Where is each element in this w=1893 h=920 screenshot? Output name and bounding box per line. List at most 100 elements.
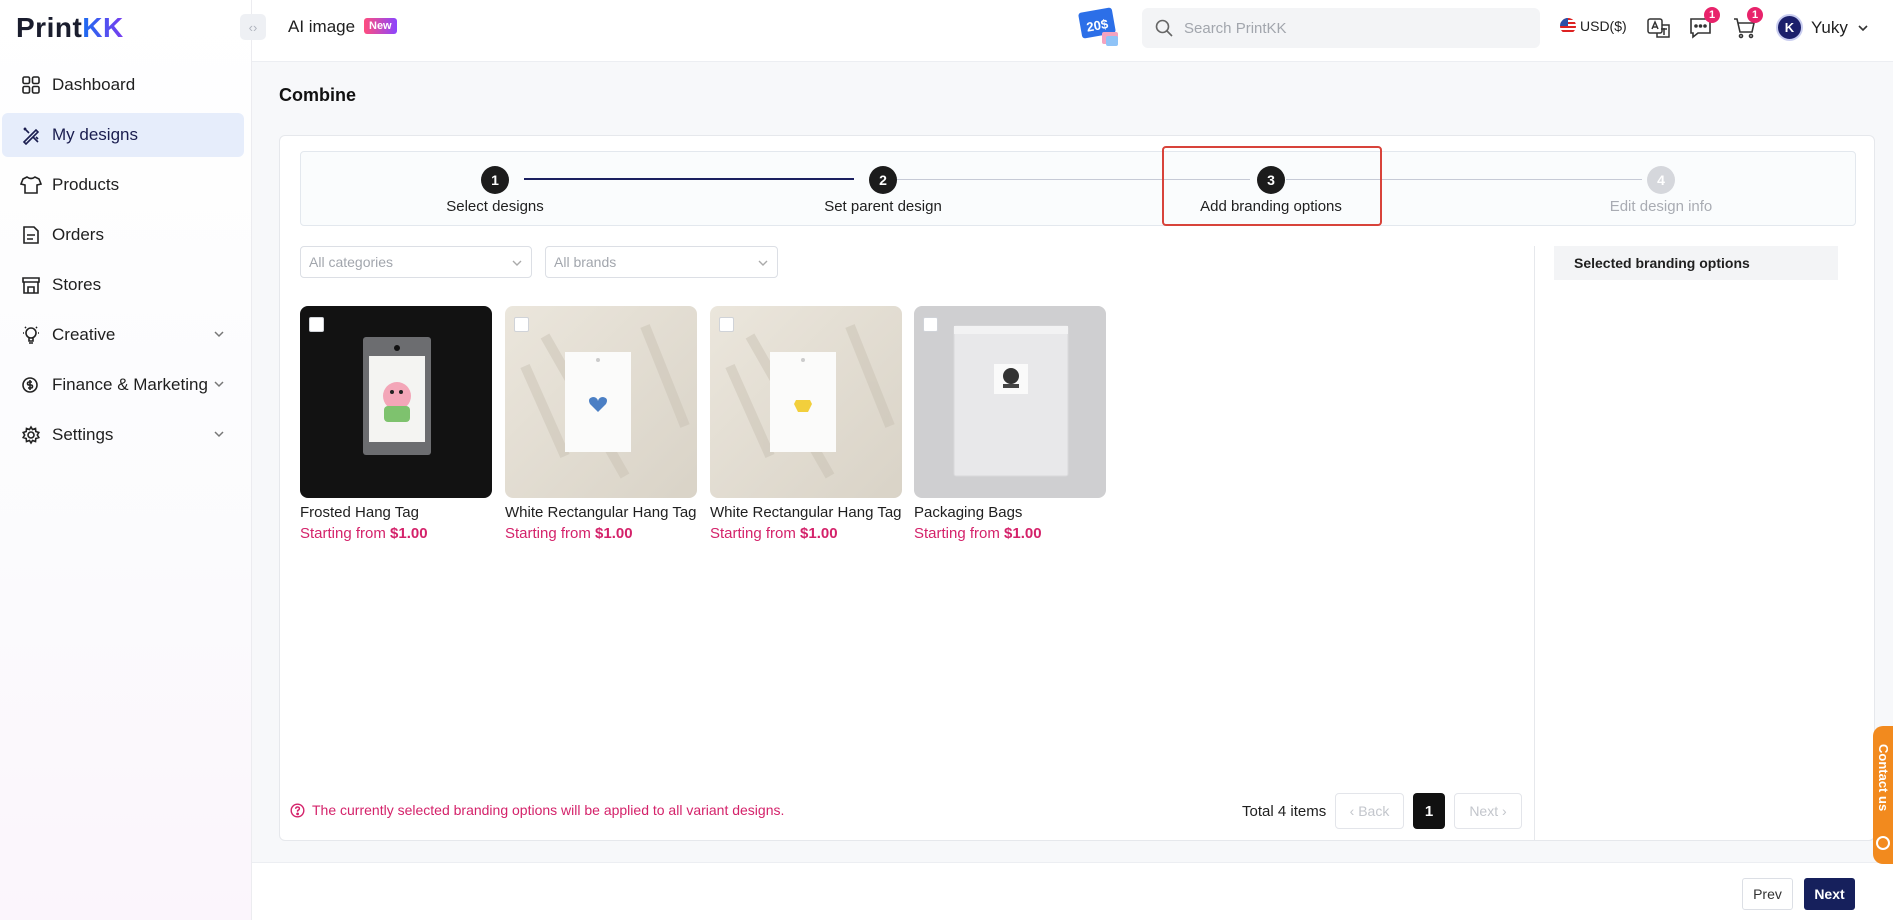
next-button[interactable]: Next bbox=[1804, 878, 1855, 910]
step-1-circle: 1 bbox=[481, 166, 509, 194]
footer-bar bbox=[252, 862, 1893, 920]
chevron-down-icon bbox=[214, 331, 224, 338]
tshirt-icon bbox=[20, 174, 42, 196]
user-menu[interactable]: K Yuky bbox=[1776, 14, 1870, 41]
sidebar-item-settings[interactable]: Settings bbox=[2, 413, 244, 457]
category-select[interactable]: All categories bbox=[300, 246, 532, 278]
step-4-circle: 4 bbox=[1647, 166, 1675, 194]
currency-label: USD($) bbox=[1580, 18, 1627, 34]
top-header: AI image New 20$ USD($) 1 1 K Yuky bbox=[252, 0, 1893, 62]
translate-icon[interactable] bbox=[1646, 15, 1672, 41]
chat-icon bbox=[1876, 836, 1890, 850]
chevron-down-icon bbox=[512, 260, 522, 266]
page-title: Combine bbox=[279, 85, 357, 105]
brand-select[interactable]: All brands bbox=[545, 246, 778, 278]
brand-select-value: All brands bbox=[554, 254, 617, 270]
branding-notice: The currently selected branding options … bbox=[290, 802, 784, 818]
product-card[interactable]: White Rectangular Hang Tag Starting from… bbox=[710, 306, 902, 542]
panel-divider bbox=[1534, 246, 1535, 840]
grid-icon bbox=[20, 74, 42, 96]
chevron-down-icon bbox=[1858, 24, 1868, 31]
chevron-down-icon bbox=[214, 381, 224, 388]
step-4-label: Edit design info bbox=[1609, 198, 1713, 215]
product-name: Frosted Hang Tag bbox=[300, 504, 419, 521]
notice-text: The currently selected branding options … bbox=[312, 802, 785, 818]
sidebar-item-products[interactable]: Products bbox=[2, 163, 244, 207]
step-1-label: Select designs bbox=[446, 198, 544, 215]
sidebar-item-label: My designs bbox=[52, 125, 138, 144]
product-price: Starting from $1.00 bbox=[505, 525, 633, 542]
new-badge: New bbox=[364, 18, 397, 34]
step-2-label: Set parent design bbox=[824, 198, 942, 215]
ai-image-link[interactable]: AI image bbox=[288, 17, 355, 37]
currency-selector[interactable]: USD($) bbox=[1560, 18, 1627, 34]
pagination-next-button[interactable]: Next › bbox=[1454, 793, 1522, 829]
product-name: Packaging Bags bbox=[914, 504, 1023, 521]
product-card[interactable]: Packaging Bags Starting from $1.00 bbox=[914, 306, 1106, 542]
printkk-logo[interactable]: PrintKK bbox=[16, 12, 124, 44]
selected-branding-title: Selected branding options bbox=[1554, 246, 1838, 280]
step-connector bbox=[524, 178, 854, 180]
product-image bbox=[300, 306, 492, 498]
sidebar-item-label: Dashboard bbox=[52, 75, 136, 94]
current-step-highlight bbox=[1162, 146, 1382, 226]
sidebar-item-orders[interactable]: Orders bbox=[2, 213, 244, 257]
sidebar-item-label: Creative bbox=[52, 325, 116, 344]
sidebar-item-label: Orders bbox=[52, 225, 104, 244]
sidebar-item-label: Finance & Marketing bbox=[52, 375, 208, 394]
chevron-right-icon: › bbox=[1502, 803, 1507, 819]
sidebar-nav: Dashboard My designs Products Orders Sto… bbox=[0, 63, 252, 463]
back-label: Back bbox=[1358, 803, 1390, 819]
chevron-down-icon bbox=[214, 431, 224, 438]
contact-us-label: Contact us bbox=[1876, 744, 1891, 812]
pagination-back-button[interactable]: ‹ Back bbox=[1335, 793, 1404, 829]
product-image bbox=[505, 306, 697, 498]
sidebar-item-label: Settings bbox=[52, 425, 114, 444]
pagination-total: Total 4 items bbox=[1242, 803, 1327, 820]
document-icon bbox=[20, 224, 42, 246]
sidebar: PrintKK Dashboard My designs Products Or… bbox=[0, 0, 252, 920]
user-name: Yuky bbox=[1811, 17, 1848, 37]
sidebar-collapse-button[interactable]: ‹› bbox=[240, 14, 266, 40]
question-circle-icon bbox=[290, 802, 305, 818]
product-price: Starting from $1.00 bbox=[300, 525, 428, 542]
lightbulb-icon bbox=[20, 324, 42, 346]
sidebar-item-label: Products bbox=[52, 175, 120, 194]
sidebar-item-finance-marketing[interactable]: Finance & Marketing bbox=[2, 363, 244, 407]
product-card[interactable]: Frosted Hang Tag Starting from $1.00 bbox=[300, 306, 492, 542]
contact-us-tab[interactable]: Contact us bbox=[1873, 726, 1893, 864]
product-price: Starting from $1.00 bbox=[710, 525, 838, 542]
product-image bbox=[914, 306, 1106, 498]
product-checkbox[interactable] bbox=[309, 317, 324, 332]
chevron-down-icon bbox=[758, 260, 768, 266]
sidebar-item-my-designs[interactable]: My designs bbox=[2, 113, 244, 157]
chevron-left-icon: ‹ bbox=[1349, 803, 1355, 819]
product-checkbox[interactable] bbox=[923, 317, 938, 332]
search-input[interactable] bbox=[1142, 8, 1540, 48]
product-checkbox[interactable] bbox=[719, 317, 734, 332]
step-2-circle: 2 bbox=[869, 166, 897, 194]
collapse-arrows-icon: ‹› bbox=[248, 19, 258, 35]
sidebar-item-dashboard[interactable]: Dashboard bbox=[2, 63, 244, 107]
product-name: White Rectangular Hang Tag bbox=[505, 504, 697, 521]
product-name: White Rectangular Hang Tag bbox=[710, 504, 902, 521]
us-flag-icon bbox=[1560, 18, 1576, 34]
promo-coupon-icon[interactable]: 20$ bbox=[1076, 6, 1124, 50]
sidebar-item-stores[interactable]: Stores bbox=[2, 263, 244, 307]
next-label: Next bbox=[1469, 803, 1499, 819]
category-select-value: All categories bbox=[309, 254, 394, 270]
search-icon bbox=[1155, 19, 1173, 37]
prev-button[interactable]: Prev bbox=[1742, 878, 1793, 910]
product-image bbox=[710, 306, 902, 498]
message-count-badge: 1 bbox=[1704, 7, 1720, 23]
sidebar-item-label: Stores bbox=[52, 275, 102, 294]
product-price: Starting from $1.00 bbox=[914, 525, 1042, 542]
gear-icon bbox=[20, 424, 42, 446]
sidebar-item-creative[interactable]: Creative bbox=[2, 313, 244, 357]
store-icon bbox=[20, 274, 42, 296]
dollar-icon bbox=[20, 374, 42, 396]
pagination-page-1[interactable]: 1 bbox=[1413, 793, 1445, 829]
product-checkbox[interactable] bbox=[514, 317, 529, 332]
design-tools-icon bbox=[20, 124, 42, 146]
product-card[interactable]: White Rectangular Hang Tag Starting from… bbox=[505, 306, 697, 542]
